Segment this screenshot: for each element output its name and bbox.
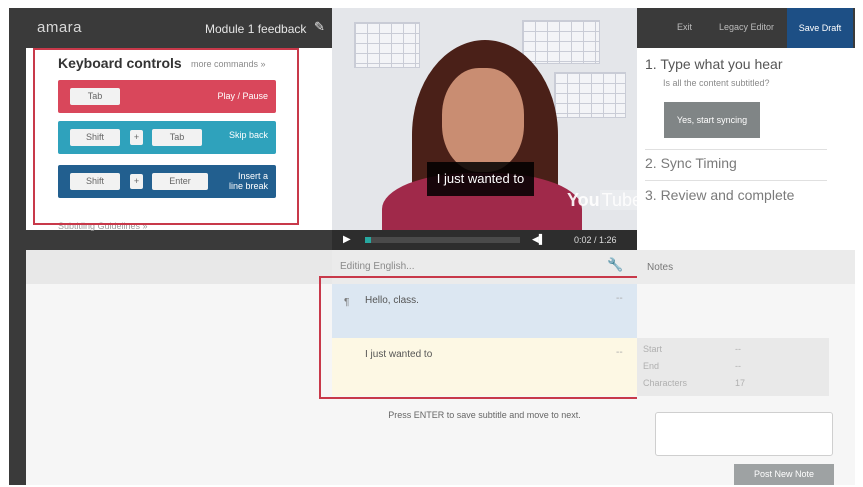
meta-end-label: End [643,361,660,371]
video-player[interactable]: I just wanted to YouTube [332,8,637,230]
exit-button[interactable]: Exit [677,22,692,32]
highlight-box-keyboard [33,48,299,225]
editor-title: Editing English... [340,261,415,272]
notes-panel: Notes Start -- End -- Characters 17 Post… [637,250,855,485]
start-syncing-button[interactable]: Yes, start syncing [664,102,760,138]
youtube-watermark: YouTube [567,190,637,211]
module-title: Module 1 feedback [205,22,307,36]
editor-hint: Press ENTER to save subtitle and move to… [388,410,581,420]
youtube-tube: Tube [599,190,637,210]
video-controls: ▶ ◀▌ 0:02 / 1:26 [332,230,637,250]
wall-calendar [354,22,420,68]
step-divider [645,180,827,181]
workflow-steps-panel: 1. Type what you hear Is all the content… [637,48,855,250]
step-type-what-you-hear: 1. Type what you hear [645,56,783,72]
wall-calendar [522,20,600,64]
step-review-complete: 3. Review and complete [645,187,795,203]
meta-end-value: -- [735,361,741,371]
step-divider [645,149,827,150]
step1-question: Is all the content subtitled? [663,78,770,88]
progress-bar[interactable] [365,237,520,243]
subtitle-meta: Start -- End -- Characters 17 [637,338,829,396]
save-draft-button[interactable]: Save Draft [787,8,853,48]
time-readout: 0:02 / 1:26 [574,235,617,245]
app-frame: amara Module 1 feedback ✎ Exit Legacy Ed… [9,8,855,485]
progress-fill [365,237,372,243]
speaker-face [442,68,524,172]
amara-logo[interactable]: amara [37,19,82,36]
post-new-note-button[interactable]: Post New Note [734,464,834,485]
edit-title-icon[interactable]: ✎ [314,19,325,35]
wrench-icon[interactable]: 🔧 [607,257,623,273]
play-icon[interactable]: ▶ [343,234,351,245]
youtube-you: You [567,190,600,210]
highlight-box-editor [319,276,640,399]
volume-icon[interactable]: ◀▌ [532,234,545,245]
meta-characters-label: Characters [643,378,688,388]
notes-header: Notes [637,250,855,284]
lower-left-panel [26,250,332,485]
note-textarea[interactable] [655,412,833,456]
wall-calendar [554,72,626,118]
legacy-editor-button[interactable]: Legacy Editor [719,22,774,32]
lower-left-header [26,250,332,284]
meta-start-value: -- [735,344,741,354]
video-caption: I just wanted to [427,162,534,196]
meta-start-label: Start [643,344,663,354]
step-sync-timing: 2. Sync Timing [645,155,737,171]
meta-characters-value: 17 [735,378,746,388]
notes-title: Notes [647,262,674,273]
